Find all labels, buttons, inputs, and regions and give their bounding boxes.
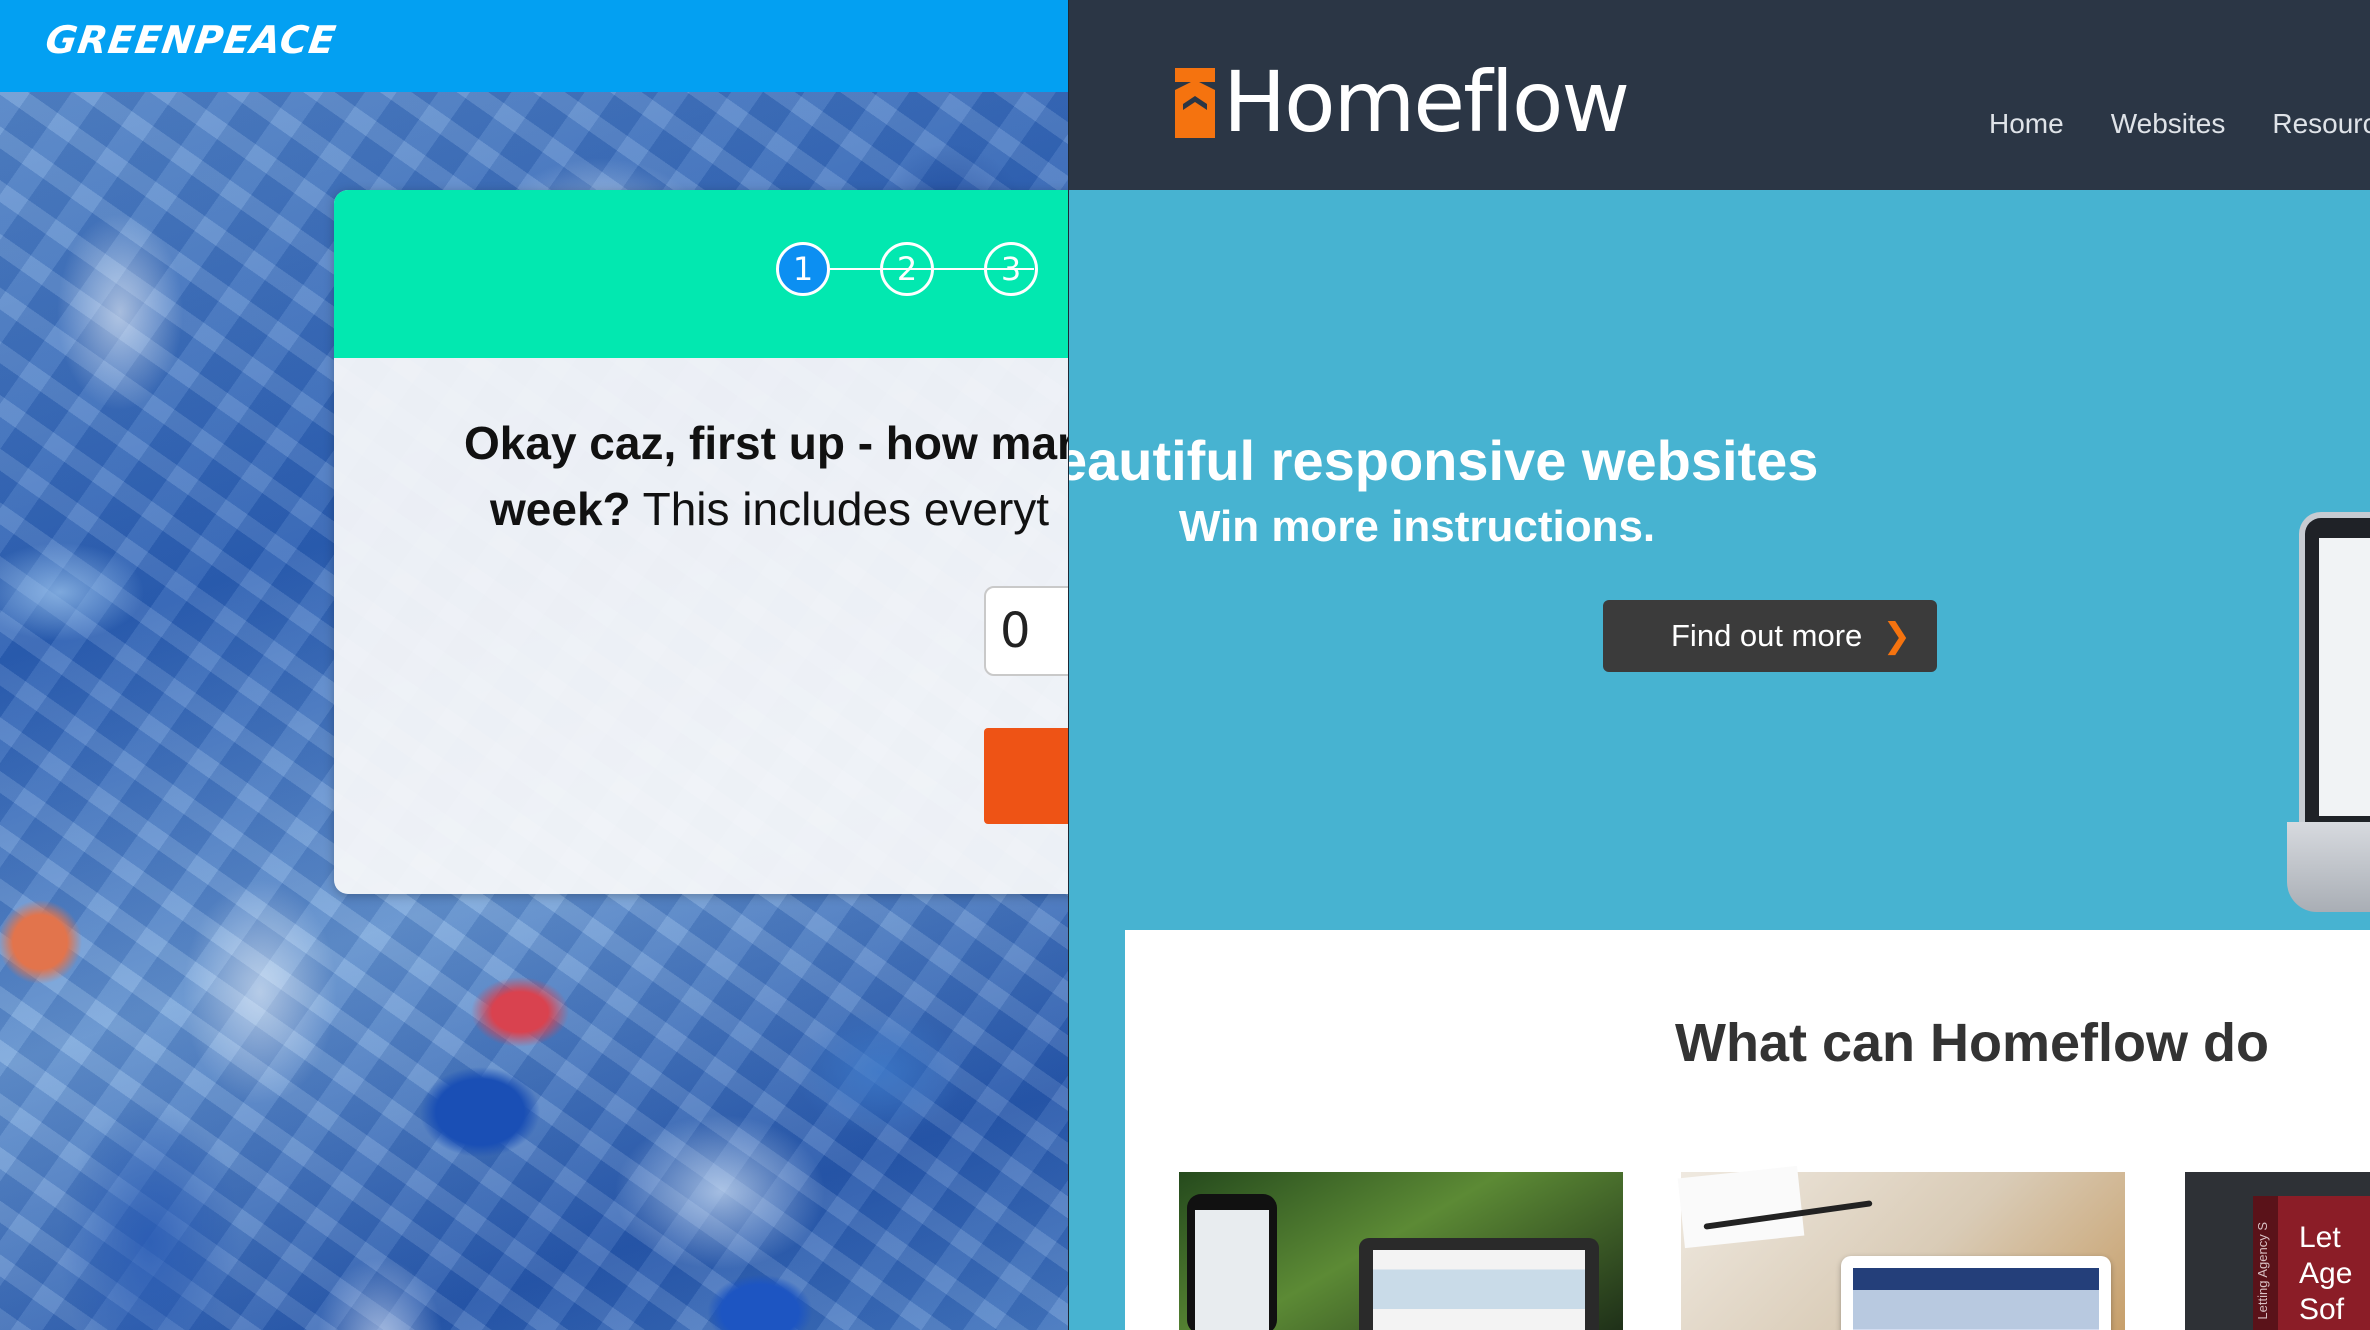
phone-image: [1187, 1194, 1277, 1330]
homeflow-house-icon: [1175, 68, 1215, 138]
tablet-image: [1841, 1256, 2111, 1330]
feature-thumbnail-mobile-tablet[interactable]: [1179, 1172, 1623, 1330]
laptop-base: [2287, 822, 2370, 912]
homeflow-nav: Home Websites Resourc: [1989, 108, 2370, 140]
step-3-indicator: 3: [984, 242, 1038, 296]
find-out-more-label: Find out more: [1671, 618, 1863, 653]
greenpeace-logo[interactable]: GREENPEACE: [43, 18, 339, 62]
homeflow-window: Homeflow Home Websites Resourc Beautiful…: [1068, 0, 2370, 1330]
nav-home[interactable]: Home: [1989, 108, 2064, 140]
tablet-image: [1359, 1238, 1599, 1330]
question-line-2-rest: This includes everyt: [630, 483, 1050, 535]
homeflow-header: Homeflow Home Websites Resourc: [1069, 0, 2370, 190]
next-button[interactable]: [984, 728, 1068, 824]
question-line-1: Okay caz, first up - how mar: [464, 417, 1068, 469]
software-box-side-text: Letting Agency S: [2255, 1222, 2270, 1320]
step-2-indicator: 2: [880, 242, 934, 296]
feature-thumbnail-desk-tablet[interactable]: [1677, 1165, 2125, 1330]
hero-subtitle: Win more instructions.: [1178, 502, 1656, 551]
greenpeace-window: GREENPEACE 1 2 3 Okay caz, first up - ho…: [0, 0, 1068, 1330]
nav-websites[interactable]: Websites: [2111, 108, 2226, 140]
quiz-question: Okay caz, first up - how mar week? This …: [334, 410, 1068, 542]
greenpeace-header: GREENPEACE: [0, 0, 1068, 92]
chevron-right-icon: ❯: [1882, 617, 1912, 655]
hero-title: Beautiful responsive websites: [1068, 429, 1819, 492]
section-title: What can Homeflow do: [1675, 1013, 2269, 1073]
step-1-indicator: 1: [776, 242, 830, 296]
quiz-steps-bar: 1 2 3: [334, 190, 1068, 358]
find-out-more-button[interactable]: Find out more ❯: [1603, 600, 1937, 672]
question-line-2-bold: week?: [490, 483, 631, 535]
software-box-image: Letting Agency S Let Age Sof: [2253, 1196, 2370, 1330]
quiz-card: 1 2 3 Okay caz, first up - how mar week?…: [334, 190, 1068, 894]
feature-thumbnail-software-box[interactable]: Letting Agency S Let Age Sof: [2185, 1172, 2370, 1330]
paper-image: [1677, 1165, 1805, 1249]
software-box-label: Let Age Sof: [2299, 1221, 2353, 1326]
nav-resources[interactable]: Resourc: [2272, 108, 2370, 140]
bottle-count-input[interactable]: 0: [984, 586, 1068, 676]
homeflow-logo[interactable]: Homeflow: [1223, 52, 1630, 152]
laptop-screen: [2319, 538, 2370, 816]
question-line-2: week? This includes everyt: [464, 476, 1068, 542]
